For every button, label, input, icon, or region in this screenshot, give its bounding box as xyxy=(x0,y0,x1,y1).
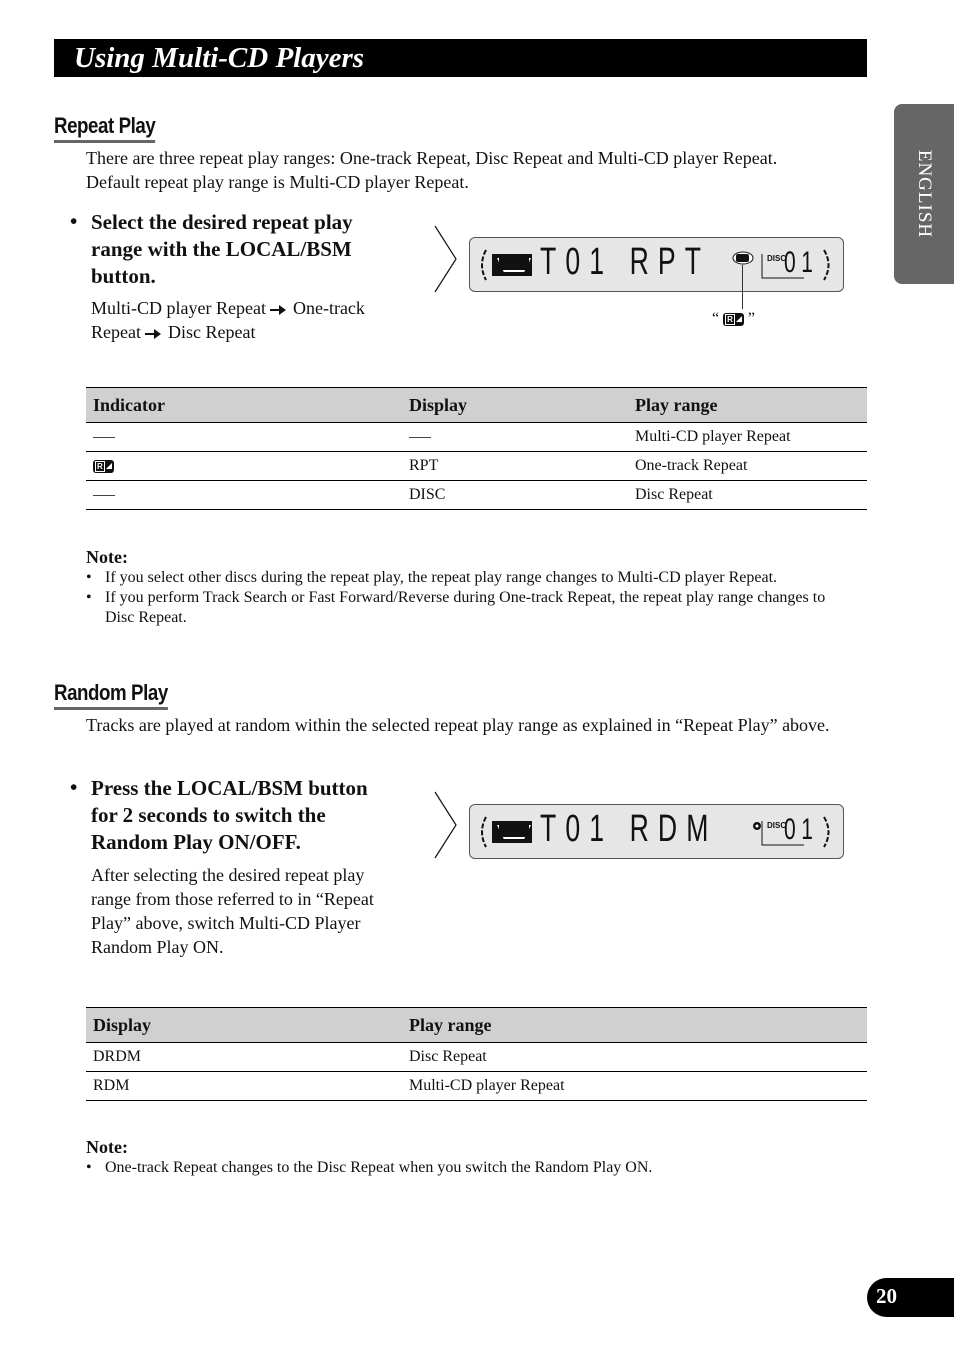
callout-line xyxy=(742,265,743,309)
repeat-play-table: Indicator Display Play range Multi-CD pl… xyxy=(86,387,867,510)
table-row: Multi-CD player Repeat xyxy=(86,422,867,452)
random-step-description: After selecting the desired repeat play … xyxy=(91,865,374,957)
lcd-disc-number: 01 xyxy=(784,246,819,279)
lcd-eq-icon xyxy=(492,821,532,843)
column-header-display: Display xyxy=(402,387,628,423)
dash-icon xyxy=(93,494,115,496)
column-header-display: Display xyxy=(86,1007,402,1043)
note-heading: Note: xyxy=(86,547,128,567)
column-header-indicator: Indicator xyxy=(86,387,402,423)
table-row: DRDM Disc Repeat xyxy=(86,1042,867,1072)
lcd-main-text: T01 RPT xyxy=(540,241,711,283)
language-tab-label: ENGLISH xyxy=(914,149,935,239)
sequence-item: Multi-CD player Repeat xyxy=(91,298,266,318)
lcd-bracket-right-icon xyxy=(823,816,830,848)
lcd-bracket-right-icon xyxy=(823,249,830,281)
lcd-bracket-left-icon xyxy=(481,816,487,848)
table-row: R RPT One-track Repeat xyxy=(86,451,867,481)
lcd-display-repeat: T01 RPT DISC 01 xyxy=(469,237,844,292)
language-tab: ENGLISH xyxy=(894,104,954,284)
repeat-step-sequence: Multi-CD player Repeat One-track Repeat … xyxy=(91,296,381,344)
random-play-intro: Tracks are played at random within the s… xyxy=(86,715,830,735)
cell-play-range: Multi-CD player Repeat xyxy=(628,422,867,452)
section-random-play-heading-wrap: Random Play xyxy=(54,680,188,710)
table-row: DISC Disc Repeat xyxy=(86,480,867,510)
bullet: • xyxy=(70,775,78,799)
lcd-bracket-left-icon xyxy=(481,249,487,281)
dash-icon xyxy=(93,436,115,438)
repeat-step-instruction: Select the desired repeat play range wit… xyxy=(91,210,353,288)
close-quote: ” xyxy=(747,310,755,327)
arrow-right-icon xyxy=(270,304,288,315)
cell-indicator: R xyxy=(86,451,402,481)
dash-icon xyxy=(409,436,431,438)
cell-play-range: Disc Repeat xyxy=(402,1042,867,1072)
repeat-play-intro: There are three repeat play ranges: One-… xyxy=(86,148,778,192)
repeat-indicator-icon: R xyxy=(93,459,114,473)
random-step-instruction: Press the LOCAL/BSM button for 2 seconds… xyxy=(91,776,368,854)
note-list: If you select other discs during the rep… xyxy=(86,568,826,628)
column-header-play-range: Play range xyxy=(628,387,867,423)
column-header-play-range: Play range xyxy=(402,1007,867,1043)
note-item: If you perform Track Search or Fast Forw… xyxy=(86,588,826,628)
note-item: One-track Repeat changes to the Disc Rep… xyxy=(86,1158,826,1178)
cell-indicator xyxy=(86,422,402,452)
cell-indicator xyxy=(86,480,402,510)
cell-display: DRDM xyxy=(86,1042,402,1072)
callout-label: “ R ” xyxy=(712,310,755,328)
section-heading-random-play: Random Play xyxy=(54,680,168,710)
page-number: 20 xyxy=(876,1284,897,1308)
cell-play-range: One-track Repeat xyxy=(628,451,867,481)
table-header-row: Display Play range xyxy=(86,1007,867,1043)
pointer-triangle-icon xyxy=(434,791,457,859)
bullet: • xyxy=(70,209,78,233)
cell-display: RDM xyxy=(86,1071,402,1101)
cell-display xyxy=(402,422,628,452)
cell-play-range: Disc Repeat xyxy=(628,480,867,510)
repeat-indicator-icon: R xyxy=(723,312,744,326)
cell-play-range: Multi-CD player Repeat xyxy=(402,1071,867,1101)
sequence-item: Disc Repeat xyxy=(167,322,256,342)
arrow-right-icon xyxy=(145,328,163,339)
note-heading: Note: xyxy=(86,1137,128,1157)
note-list: One-track Repeat changes to the Disc Rep… xyxy=(86,1158,826,1178)
page-title-bar: Using Multi-CD Players xyxy=(54,39,867,77)
table-header-row: Indicator Display Play range xyxy=(86,387,867,423)
repeat-step-bullet: • xyxy=(70,209,77,234)
repeat-note: Note: If you select other discs during t… xyxy=(86,547,826,628)
cell-display: DISC xyxy=(402,480,628,510)
random-play-table: Display Play range DRDM Disc Repeat RDM … xyxy=(86,1007,867,1101)
cell-display: RPT xyxy=(402,451,628,481)
open-quote: “ xyxy=(712,310,720,327)
lcd-main-text: T01 RDM xyxy=(540,808,718,850)
random-note: Note: One-track Repeat changes to the Di… xyxy=(86,1137,826,1178)
lcd-repeat-indicator-icon xyxy=(732,251,754,265)
section-heading-repeat-play: Repeat Play xyxy=(54,113,156,143)
table-row: RDM Multi-CD player Repeat xyxy=(86,1071,867,1101)
page-title: Using Multi-CD Players xyxy=(74,42,365,74)
page-number-tab: 20 xyxy=(867,1278,954,1317)
pointer-triangle-icon xyxy=(434,225,457,293)
note-item: If you select other discs during the rep… xyxy=(86,568,826,588)
lcd-display-random: T01 RDM DISC 01 xyxy=(469,804,844,859)
section-repeat-play-heading-wrap: Repeat Play xyxy=(54,113,173,143)
random-step-bullet: • xyxy=(70,775,77,800)
lcd-disc-number: 01 xyxy=(784,813,819,846)
lcd-eq-icon xyxy=(492,254,532,276)
